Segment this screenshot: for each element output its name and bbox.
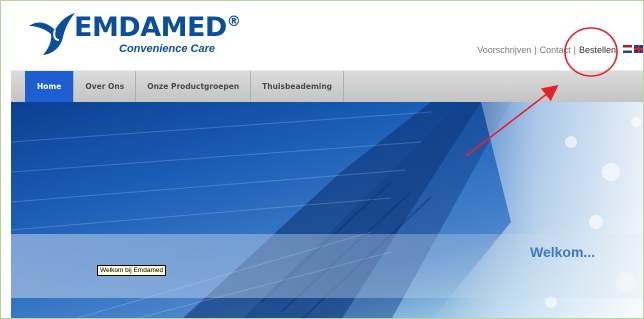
- main-nav: Home Over Ons Onze Productgroepen Thuisb…: [11, 70, 643, 103]
- image-tooltip: Welkom bij Emdamed: [97, 265, 167, 276]
- toplink-contact[interactable]: Contact: [540, 45, 571, 55]
- toplink-voorschrijven[interactable]: Voorschrijven: [477, 45, 531, 55]
- nl-flag-icon[interactable]: [623, 45, 632, 53]
- top-links: Voorschrijven | Contact | Bestellen: [477, 45, 616, 55]
- page-frame: EMDAMED® Convenience Care Voorschrijven |…: [0, 0, 644, 319]
- registered-mark: ®: [226, 14, 241, 30]
- brand-name[interactable]: EMDAMED®: [74, 12, 241, 43]
- hero-banner: Welkom... Welkom bij Emdamed: [11, 102, 643, 318]
- brand-tagline: Convenience Care: [119, 43, 215, 55]
- nav-item-over-ons[interactable]: Over Ons: [74, 71, 137, 102]
- nav-item-home[interactable]: Home: [25, 71, 75, 102]
- dove-logo-icon[interactable]: [25, 10, 77, 56]
- nav-item-productgroepen[interactable]: Onze Productgroepen: [136, 71, 252, 102]
- welcome-heading: Welkom...: [530, 244, 596, 260]
- nav-item-thuisbeademing[interactable]: Thuisbeademing: [251, 71, 345, 102]
- toplink-bestellen[interactable]: Bestellen: [579, 45, 616, 55]
- uk-flag-icon[interactable]: [634, 45, 643, 53]
